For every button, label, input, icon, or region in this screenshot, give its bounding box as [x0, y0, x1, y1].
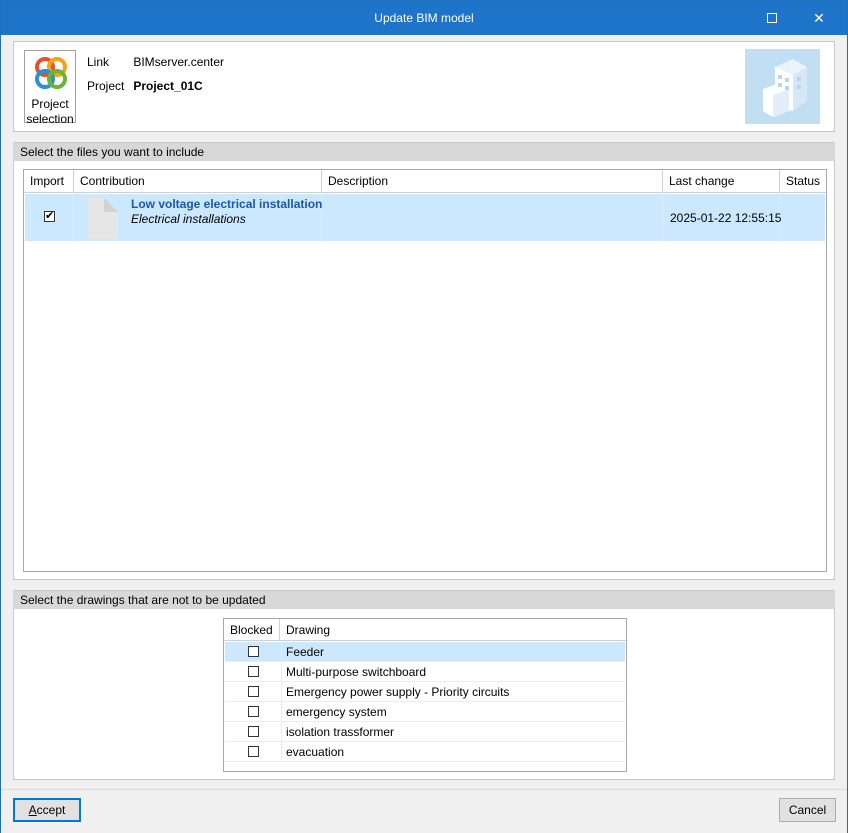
- link-label: Link: [87, 55, 110, 69]
- accept-mnemonic: A: [28, 803, 37, 817]
- drawing-row[interactable]: isolation trassformer: [225, 722, 625, 742]
- maximize-button[interactable]: [749, 1, 795, 35]
- drawing-row[interactable]: emergency system: [225, 702, 625, 722]
- link-row: Link BIMserver.center: [87, 55, 224, 69]
- import-cell: [25, 194, 74, 241]
- col-drawing[interactable]: Drawing: [280, 619, 626, 641]
- drawing-name: isolation trassformer: [286, 725, 395, 739]
- import-checkbox[interactable]: [44, 209, 55, 222]
- project-row: Project Project_01C: [87, 79, 203, 93]
- row-divider: [281, 682, 282, 702]
- document-icon: [88, 198, 118, 239]
- dialog-footer: Accept Cancel: [1, 789, 847, 833]
- accept-label: ccept: [36, 803, 66, 817]
- last-change-value: 2025-01-22 12:55:15: [670, 211, 782, 225]
- project-label: Project: [87, 79, 125, 93]
- drawing-row[interactable]: Emergency power supply - Priority circui…: [225, 682, 625, 702]
- building-icon: [745, 49, 820, 124]
- row-divider: [281, 742, 282, 762]
- bimserver-logo-icon: [35, 57, 67, 89]
- dialog-window: Update BIM model ✕ Project selection Lin…: [0, 0, 848, 833]
- project-header: Project selection Link BIMserver.center …: [13, 41, 835, 132]
- row-divider: [281, 722, 282, 742]
- contribution-title: Low voltage electrical installation: [131, 197, 323, 211]
- blocked-checkbox[interactable]: [248, 726, 259, 737]
- drawing-name: Multi-purpose switchboard: [286, 665, 427, 679]
- maximize-icon: [767, 13, 777, 23]
- files-table: Import Contribution Description Last cha…: [23, 169, 827, 572]
- project-selection-button[interactable]: Project selection: [24, 50, 76, 126]
- drawing-name: emergency system: [286, 705, 387, 719]
- col-import[interactable]: Import: [24, 170, 74, 193]
- drawing-name: Feeder: [286, 645, 325, 659]
- accept-button[interactable]: Accept: [13, 798, 81, 822]
- drawing-name: Emergency power supply - Priority circui…: [286, 685, 510, 699]
- row-divider: [281, 662, 282, 682]
- col-description[interactable]: Description: [322, 170, 663, 193]
- contribution-subtitle: Electrical installations: [131, 212, 246, 226]
- drawing-name: evacuation: [286, 745, 345, 759]
- blocked-checkbox[interactable]: [248, 686, 259, 697]
- row-divider: [281, 702, 282, 722]
- files-section-header: Select the files you want to include: [13, 142, 835, 161]
- drawings-section-header: Select the drawings that are not to be u…: [13, 590, 835, 609]
- col-status[interactable]: Status: [780, 170, 826, 193]
- row-divider: [281, 642, 282, 662]
- description-cell: [322, 194, 663, 241]
- close-button[interactable]: ✕: [796, 1, 842, 35]
- col-last-change[interactable]: Last change: [663, 170, 780, 193]
- project-value: Project_01C: [133, 79, 203, 93]
- blocked-checkbox[interactable]: [248, 746, 259, 757]
- close-icon: ✕: [813, 9, 825, 26]
- status-cell: [780, 194, 825, 241]
- blocked-checkbox[interactable]: [248, 666, 259, 677]
- col-contribution[interactable]: Contribution: [74, 170, 322, 193]
- title-bar: Update BIM model ✕: [1, 1, 847, 35]
- drawings-table: Blocked Drawing Feeder Multi-purpose swi…: [223, 618, 627, 772]
- drawing-row[interactable]: Multi-purpose switchboard: [225, 662, 625, 682]
- col-blocked[interactable]: Blocked: [224, 619, 280, 641]
- project-selection-label: Project selection: [26, 97, 74, 126]
- cancel-button[interactable]: Cancel: [779, 798, 836, 822]
- blocked-checkbox[interactable]: [248, 646, 259, 657]
- link-value: BIMserver.center: [133, 55, 225, 69]
- drawing-row[interactable]: evacuation: [225, 742, 625, 762]
- drawing-row[interactable]: Feeder: [225, 642, 625, 662]
- window-title: Update BIM model: [374, 11, 474, 25]
- table-row[interactable]: Low voltage electrical installation Elec…: [25, 194, 825, 241]
- blocked-checkbox[interactable]: [248, 706, 259, 717]
